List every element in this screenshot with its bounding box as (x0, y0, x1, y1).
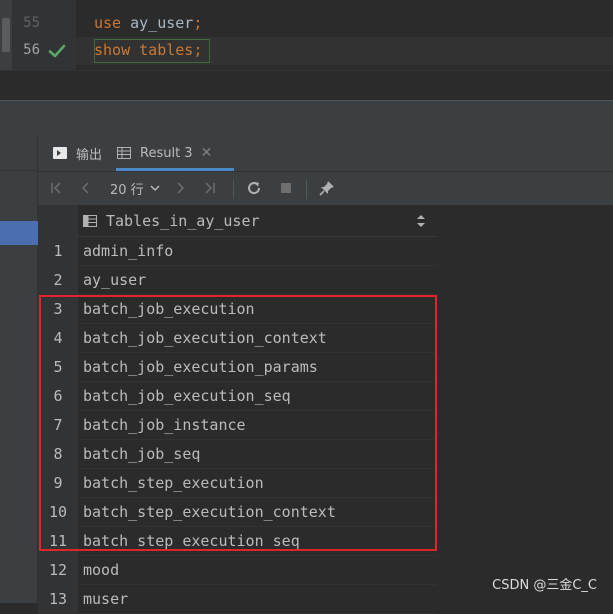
last-page-icon (205, 182, 215, 194)
editor-empty-area[interactable] (0, 70, 613, 101)
sql-semicolon: ; (193, 14, 203, 32)
panel-splitter[interactable] (0, 100, 613, 134)
table-row[interactable]: 7 batch_job_instance (38, 411, 436, 440)
column-header-tables-in-ay-user[interactable]: Tables_in_ay_user (82, 205, 260, 237)
table-cell[interactable]: batch_job_execution_params (83, 353, 318, 381)
result-tab-bar: 输出 Result 3 ✕ (38, 134, 613, 172)
next-page-icon (177, 182, 185, 194)
services-tree-panel[interactable] (0, 134, 38, 603)
refresh-icon (248, 182, 261, 195)
rows-per-page-dropdown[interactable]: 20 行 (110, 178, 162, 198)
result-grid[interactable]: Tables_in_ay_user 1 admin_info 2 ay_user 3 ba… (38, 205, 436, 614)
first-page-button[interactable] (46, 178, 66, 198)
column-header-label: Tables_in_ay_user (106, 212, 260, 230)
table-row[interactable]: 10 batch_step_execution_context (38, 498, 436, 527)
table-row[interactable]: 1 admin_info (38, 237, 436, 266)
row-number: 3 (38, 295, 78, 323)
table-cell[interactable]: ay_user (83, 266, 146, 294)
tab-output[interactable]: 输出 (52, 134, 102, 172)
result-toolbar: 20 行 (38, 172, 613, 205)
active-tab-indicator (116, 168, 234, 171)
grid-empty-area (436, 205, 613, 603)
console-output-icon (53, 147, 67, 159)
table-icon (117, 147, 131, 159)
table-cell[interactable]: batch_step_execution_seq (83, 527, 300, 555)
chevron-down-icon (150, 185, 160, 192)
stop-button[interactable] (276, 178, 296, 198)
last-page-button[interactable] (200, 178, 220, 198)
code-text[interactable]: use ay_user; (94, 10, 202, 37)
table-row[interactable]: 12 mood (38, 556, 436, 585)
table-row[interactable]: 9 batch_step_execution (38, 469, 436, 498)
row-number: 12 (38, 556, 78, 584)
row-number: 2 (38, 266, 78, 294)
table-cell[interactable]: batch_job_execution_context (83, 324, 327, 352)
tab-result-3[interactable]: Result 3 ✕ (116, 134, 212, 172)
code-line-56[interactable]: 56 show tables; (0, 37, 613, 64)
table-row[interactable]: 8 batch_job_seq (38, 440, 436, 469)
table-row[interactable]: 3 batch_job_execution (38, 295, 436, 324)
refresh-button[interactable] (244, 178, 264, 198)
table-cell[interactable]: batch_job_execution_seq (83, 382, 291, 410)
toolbar-separator (306, 179, 307, 199)
table-row[interactable]: 2 ay_user (38, 266, 436, 295)
table-cell[interactable]: admin_info (83, 237, 173, 265)
selected-tree-item[interactable] (0, 221, 38, 245)
close-icon[interactable]: ✕ (201, 145, 213, 161)
row-number-header (38, 205, 78, 237)
table-row[interactable]: 11 batch_step_execution_seq (38, 527, 436, 556)
sort-icon[interactable] (416, 214, 426, 228)
line-number: 56 (23, 42, 40, 58)
table-cell[interactable]: batch_step_execution (83, 469, 264, 497)
table-cell[interactable]: batch_job_instance (83, 411, 246, 439)
grid-header: Tables_in_ay_user (38, 205, 436, 237)
table-cell[interactable]: batch_job_seq (83, 440, 200, 468)
row-number: 4 (38, 324, 78, 352)
divider (0, 170, 38, 171)
row-number: 7 (38, 411, 78, 439)
row-number: 8 (38, 440, 78, 468)
row-number: 1 (38, 237, 78, 265)
row-number: 6 (38, 382, 78, 410)
tab-label: Result 3 (140, 145, 193, 161)
sql-keyword: use (94, 14, 122, 32)
rows-per-page-value: 20 行 (110, 182, 144, 198)
previous-page-icon (81, 182, 89, 194)
row-number: 11 (38, 527, 78, 555)
table-row[interactable]: 13 muser (38, 585, 436, 614)
toolbar-separator (233, 179, 234, 199)
executed-statement-outline (94, 39, 210, 63)
pin-icon (319, 181, 334, 196)
pin-tab-button[interactable] (317, 178, 337, 198)
row-number: 9 (38, 469, 78, 497)
table-cell[interactable]: batch_job_execution (83, 295, 255, 323)
table-cell[interactable]: muser (83, 585, 128, 613)
row-number: 13 (38, 585, 78, 613)
next-page-button[interactable] (170, 178, 190, 198)
table-row[interactable]: 4 batch_job_execution_context (38, 324, 436, 353)
table-row[interactable]: 6 batch_job_execution_seq (38, 382, 436, 411)
stop-icon (281, 183, 291, 193)
table-row[interactable]: 5 batch_job_execution_params (38, 353, 436, 382)
tab-label: 输出 (76, 147, 103, 163)
table-cell[interactable]: mood (83, 556, 119, 584)
row-number: 5 (38, 353, 78, 381)
row-number: 10 (38, 498, 78, 526)
sql-identifier: ay_user (121, 14, 194, 32)
line-number: 55 (23, 15, 40, 31)
previous-page-button[interactable] (76, 178, 96, 198)
watermark: CSDN @三金C_C (492, 578, 597, 593)
check-icon (48, 44, 66, 58)
first-page-icon (51, 182, 61, 194)
code-line-55[interactable]: 55 use ay_user; (0, 10, 613, 37)
table-cell[interactable]: batch_step_execution_context (83, 498, 336, 526)
column-icon (83, 215, 97, 227)
